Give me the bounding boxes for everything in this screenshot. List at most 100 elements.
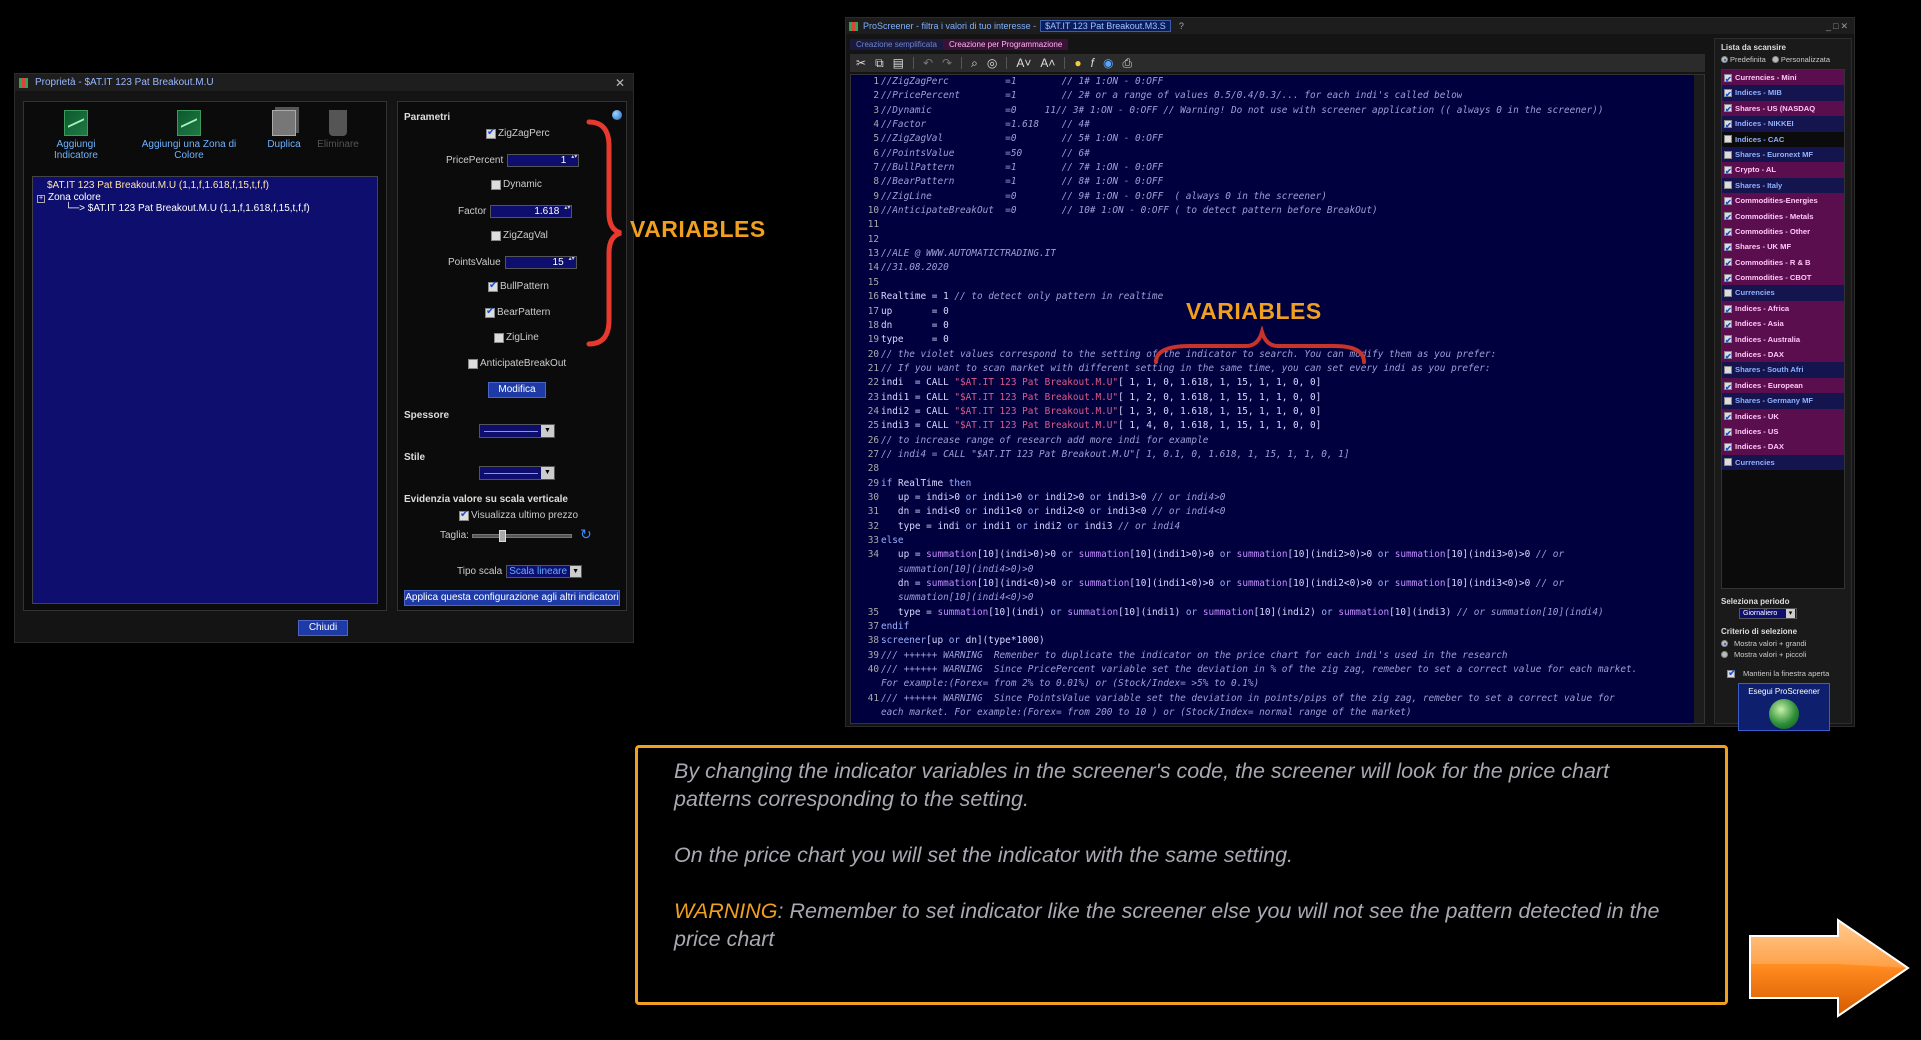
market-checkbox[interactable] — [1724, 380, 1732, 395]
market-checkbox[interactable] — [1724, 318, 1732, 333]
market-checkbox[interactable] — [1724, 87, 1732, 102]
code-line[interactable]: 33 else — [851, 534, 1704, 548]
code-line[interactable]: 5//ZigZagVal =0 // 5# 1:ON - 0:OFF — [851, 132, 1704, 146]
paste-icon[interactable]: ▤ — [893, 56, 904, 70]
code-line[interactable]: 29 if RealTime then — [851, 477, 1704, 491]
code-line[interactable]: each market. For example:(Forex= from 20… — [851, 706, 1704, 720]
market-list-item[interactable]: Shares - Euronext MF — [1722, 146, 1844, 163]
market-list-item[interactable]: Indices - CAC — [1722, 131, 1844, 147]
code-line[interactable]: For example:(Forex= from 2% to 0.01%) or… — [851, 677, 1704, 691]
anticipate-checkbox[interactable] — [468, 358, 478, 369]
code-line[interactable]: 2//PricePercent =1 // 2# or a range of v… — [851, 89, 1704, 103]
code-line[interactable]: 11 — [851, 218, 1704, 232]
screener-name-tab[interactable]: $AT.IT 123 Pat Breakout.M3.S — [1040, 20, 1171, 32]
market-list-item[interactable]: Currencies — [1722, 285, 1844, 301]
code-line[interactable]: summation[10](indi4<0)>0 — [851, 591, 1704, 605]
function-icon[interactable]: f — [1091, 56, 1094, 70]
print-icon[interactable]: ⎙ — [1122, 56, 1132, 71]
market-list-item[interactable]: Crypto - AL — [1722, 162, 1844, 179]
show-last-price-checkbox[interactable] — [459, 509, 469, 521]
slider-handle[interactable] — [499, 530, 506, 542]
market-list-item[interactable]: Indices - NIKKEI — [1722, 116, 1844, 133]
market-list-item[interactable]: Indices - DAX — [1722, 439, 1844, 456]
market-list-item[interactable]: Shares - UK MF — [1722, 239, 1844, 256]
font-increase-icon[interactable]: A˄ — [1040, 56, 1055, 70]
market-list-item[interactable]: Shares - South Afri — [1722, 362, 1844, 378]
market-list-item[interactable]: Commodities - Metals — [1722, 208, 1844, 226]
market-checkbox[interactable] — [1724, 333, 1732, 349]
next-arrow-icon[interactable] — [1742, 916, 1914, 1020]
market-checkbox[interactable] — [1724, 441, 1732, 456]
code-line[interactable]: 3//Dynamic =0 11// 3# 1:ON - 0:OFF // Wa… — [851, 104, 1704, 118]
market-list-item[interactable]: Indices - Australia — [1722, 331, 1844, 349]
code-line[interactable]: 35 type = summation[10](indi) or summati… — [851, 606, 1704, 620]
window-controls[interactable]: _□✕ — [1826, 21, 1850, 32]
market-checkbox[interactable] — [1724, 72, 1732, 87]
close-icon[interactable]: ✕ — [615, 76, 625, 90]
close-button[interactable]: Chiudi — [298, 620, 348, 636]
code-line[interactable]: 12 — [851, 233, 1704, 247]
keep-open-checkbox[interactable] — [1727, 668, 1736, 679]
market-checkbox[interactable] — [1724, 118, 1732, 133]
market-checkbox[interactable] — [1724, 458, 1732, 467]
bullpattern-checkbox[interactable] — [488, 280, 498, 292]
code-line[interactable]: 41/// ++++++ WARNING Since PointsValue v… — [851, 692, 1704, 706]
search-icon[interactable]: ⌕ — [971, 56, 978, 71]
market-list-item[interactable]: Currencies — [1722, 454, 1844, 471]
market-checkbox[interactable] — [1724, 226, 1732, 241]
zigline-checkbox[interactable] — [494, 332, 504, 343]
help-circle-icon[interactable]: ◉ — [1103, 56, 1113, 70]
market-checkbox[interactable] — [1724, 241, 1732, 256]
market-list-item[interactable]: Indices - Africa — [1722, 300, 1844, 318]
code-line[interactable]: 8//BearPattern =1 // 8# 1:ON - 0:OFF — [851, 175, 1704, 189]
market-list-item[interactable]: Commodities - R & B — [1722, 254, 1844, 272]
size-slider[interactable] — [472, 530, 572, 542]
market-checkbox[interactable] — [1724, 366, 1732, 375]
code-line[interactable]: 31 dn = indi<0 or indi1<0 or indi2<0 or … — [851, 505, 1704, 519]
code-line[interactable]: 22 indi = CALL "$AT.IT 123 Pat Breakout.M… — [851, 376, 1704, 390]
expand-icon[interactable]: + — [37, 195, 45, 203]
market-checkbox[interactable] — [1724, 256, 1732, 272]
code-line[interactable]: 40/// ++++++ WARNING Since PricePercent … — [851, 663, 1704, 677]
market-list-item[interactable]: Shares - Italy — [1722, 177, 1844, 194]
market-checkbox[interactable] — [1724, 210, 1732, 226]
market-list-item[interactable]: Commodities-Energies — [1722, 193, 1844, 210]
delete-button[interactable]: Eliminare — [314, 110, 362, 150]
code-line[interactable]: 28 — [851, 462, 1704, 476]
market-checkbox[interactable] — [1724, 349, 1732, 364]
market-list-item[interactable]: Currencies - Mini — [1722, 70, 1844, 87]
code-line[interactable]: 13//ALE @ WWW.AUTOMATICTRADING.IT — [851, 247, 1704, 261]
market-list-item[interactable]: Indices - MIB — [1722, 85, 1844, 102]
code-line[interactable]: 24 indi2 = CALL "$AT.IT 123 Pat Breakout.… — [851, 405, 1704, 419]
market-list-item[interactable]: Shares - Germany MF — [1722, 393, 1844, 409]
code-line[interactable]: 23 indi1 = CALL "$AT.IT 123 Pat Breakout.… — [851, 391, 1704, 405]
keep-open-row[interactable]: Mantieni la finestra aperta — [1715, 668, 1851, 679]
criteria-bigger-radio[interactable]: Mostra valori + grandi — [1715, 638, 1851, 649]
undo-icon[interactable]: ↶ — [923, 56, 933, 70]
code-line[interactable]: 7//BullPattern =1 // 7# 1:ON - 0:OFF — [851, 161, 1704, 175]
dynamic-row[interactable]: Dynamic — [491, 179, 542, 190]
add-color-zone-button[interactable]: Aggiungi una Zona di Colore — [126, 110, 252, 161]
pointsvalue-input[interactable]: 15 — [504, 256, 577, 269]
bullpattern-row[interactable]: BullPattern — [488, 280, 549, 292]
help-icon[interactable]: ? — [1179, 21, 1184, 31]
code-line[interactable]: 37 endif — [851, 620, 1704, 634]
duplicate-button[interactable]: Duplica — [264, 110, 304, 150]
code-line[interactable]: 1//ZigZagPerc =1 // 1# 1:ON - 0:OFF — [851, 75, 1704, 89]
market-list-item[interactable]: Commodities - Other — [1722, 223, 1844, 241]
code-line[interactable]: 34 up = summation[10](indi>0)>0 or summa… — [851, 548, 1704, 562]
code-scrollbar[interactable] — [1694, 75, 1704, 723]
run-proscreener-button[interactable]: Esegui ProScreener — [1738, 683, 1830, 731]
tab-programming[interactable]: Creazione per Programmazione — [942, 39, 1069, 50]
tree-item-child[interactable]: └─> $AT.IT 123 Pat Breakout.M.U (1,1,f,1… — [37, 203, 373, 214]
market-list-item[interactable]: Indices - Asia — [1722, 316, 1844, 333]
zigzagperc-row[interactable]: ZigZagPerc — [486, 127, 550, 139]
market-checkbox[interactable] — [1724, 396, 1732, 405]
market-checkbox[interactable] — [1724, 135, 1732, 144]
criteria-smaller-radio[interactable]: Mostra valori + piccoli — [1715, 649, 1851, 660]
code-line[interactable]: 30 up = indi>0 or indi1>0 or indi2>0 or … — [851, 491, 1704, 505]
code-line[interactable]: 39/// ++++++ WARNING Remenber to duplica… — [851, 649, 1704, 663]
code-line[interactable]: 38 screener[up or dn](type*1000) — [851, 634, 1704, 648]
code-line[interactable]: 14//31.08.2020 — [851, 261, 1704, 275]
thickness-dropdown[interactable]: ▼ — [479, 424, 555, 438]
